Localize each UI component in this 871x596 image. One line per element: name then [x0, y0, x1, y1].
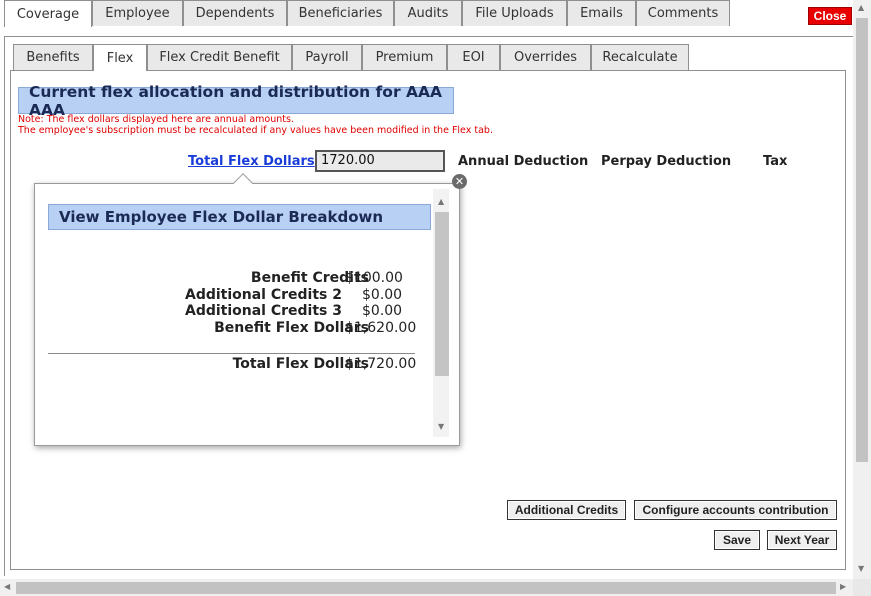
save-button[interactable]: Save — [714, 530, 760, 550]
flex-page: Coverage Employee Dependents Beneficiari… — [0, 0, 871, 596]
tab-emails[interactable]: Emails — [567, 0, 636, 26]
tab-audits[interactable]: Audits — [394, 0, 462, 26]
scroll-down-arrow-icon[interactable]: ▼ — [438, 422, 444, 431]
tab-file-uploads[interactable]: File Uploads — [462, 0, 567, 26]
scrollbar-corner — [853, 579, 871, 596]
tab-comments[interactable]: Comments — [636, 0, 730, 26]
vertical-scroll-thumb[interactable] — [856, 18, 868, 462]
flex-breakdown-popup: View Employee Flex Dollar Breakdown Bene… — [34, 183, 460, 446]
scroll-left-arrow-icon[interactable]: ◀ — [4, 582, 10, 591]
next-year-button[interactable]: Next Year — [767, 530, 837, 550]
subtab-overrides[interactable]: Overrides — [500, 44, 591, 70]
close-circle-icon[interactable]: ✕ — [452, 174, 467, 189]
tab-divider — [4, 36, 853, 37]
total-flex-dollars-link[interactable]: Total Flex Dollars — [188, 154, 315, 169]
subtab-flex-credit-benefit[interactable]: Flex Credit Benefit — [147, 44, 292, 70]
subtab-premium[interactable]: Premium — [362, 44, 447, 70]
scroll-right-arrow-icon[interactable]: ▶ — [840, 582, 846, 591]
note-line-1: Note: The flex dollars displayed here ar… — [18, 114, 294, 125]
close-button[interactable]: Close — [808, 7, 852, 25]
subtab-eoi[interactable]: EOI — [447, 44, 500, 70]
column-tax: Tax — [763, 154, 788, 169]
column-annual-deduction: Annual Deduction — [458, 154, 589, 169]
breakdown-value: $100.00 — [345, 270, 403, 286]
breakdown-label: Additional Credits 3 — [184, 303, 342, 319]
subtab-flex[interactable]: Flex — [93, 44, 147, 71]
popup-title: View Employee Flex Dollar Breakdown — [48, 204, 431, 230]
breakdown-value: $0.00 — [362, 303, 403, 319]
scroll-up-arrow-icon[interactable]: ▲ — [438, 197, 444, 206]
popup-scroll-thumb[interactable] — [435, 212, 449, 376]
scroll-up-arrow-icon[interactable]: ▲ — [858, 3, 864, 12]
additional-credits-button[interactable]: Additional Credits — [507, 500, 626, 520]
tab-coverage[interactable]: Coverage — [4, 0, 92, 27]
breakdown-value: $1,620.00 — [345, 320, 417, 336]
subtab-benefits[interactable]: Benefits — [13, 44, 93, 70]
configure-accounts-contribution-button[interactable]: Configure accounts contribution — [634, 500, 837, 520]
section-title: Current flex allocation and distribution… — [18, 83, 454, 119]
tab-dependents[interactable]: Dependents — [183, 0, 287, 26]
breakdown-label: Additional Credits 2 — [184, 287, 342, 303]
horizontal-scroll-thumb[interactable] — [16, 582, 836, 594]
column-perpay-deduction: Perpay Deduction — [601, 154, 732, 169]
scroll-down-arrow-icon[interactable]: ▼ — [858, 564, 864, 573]
note-line-2: The employee's subscription must be reca… — [18, 125, 493, 136]
breakdown-value: $0.00 — [362, 287, 403, 303]
total-flex-dollars-field[interactable]: 1720.00 — [315, 150, 445, 172]
subtab-recalculate[interactable]: Recalculate — [591, 44, 689, 70]
breakdown-total-value: $1,720.00 — [345, 356, 417, 372]
tab-employee[interactable]: Employee — [92, 0, 183, 26]
tab-beneficiaries[interactable]: Beneficiaries — [287, 0, 394, 26]
breakdown-divider — [48, 353, 415, 354]
subtab-payroll[interactable]: Payroll — [292, 44, 362, 70]
